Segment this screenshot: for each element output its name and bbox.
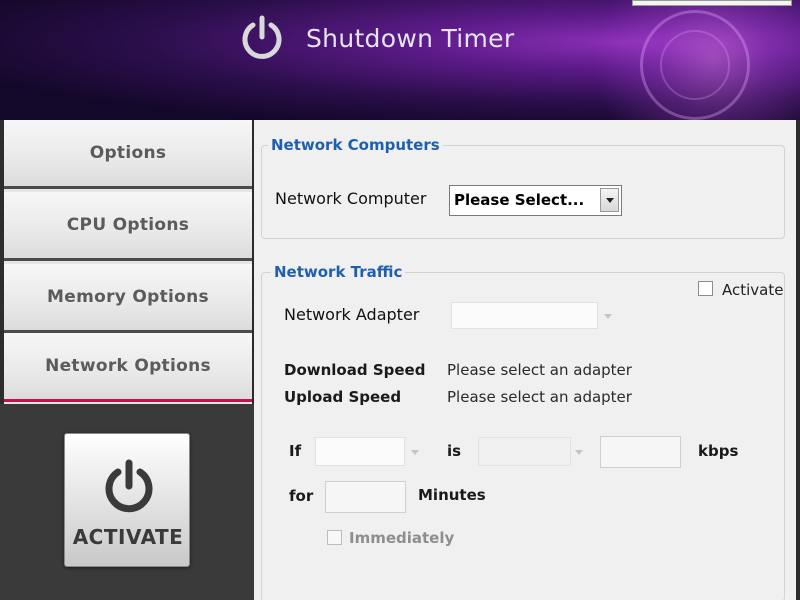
app-title: Shutdown Timer xyxy=(306,24,515,53)
network-computer-label: Network Computer xyxy=(275,189,427,208)
minutes-label: Minutes xyxy=(418,486,486,504)
upload-speed-label: Upload Speed xyxy=(284,388,402,406)
network-computer-select-value: Please Select... xyxy=(454,191,585,209)
immediately-checkbox-label: Immediately xyxy=(349,529,455,547)
sidebar-item-label: Memory Options xyxy=(47,287,209,307)
power-icon xyxy=(105,459,153,513)
sidebar-nav: Options CPU Options Memory Options Netwo… xyxy=(4,120,252,404)
download-speed-label: Download Speed xyxy=(284,361,426,379)
chevron-down-icon xyxy=(575,450,583,455)
for-label: for xyxy=(289,487,314,505)
activate-checkbox-label: Activate xyxy=(722,281,784,299)
activate-button-label: ACTIVATE xyxy=(72,525,184,549)
network-traffic-legend: Network Traffic xyxy=(271,263,406,281)
activate-checkbox[interactable] xyxy=(698,281,713,296)
network-adapter-select[interactable] xyxy=(451,302,598,329)
is-label: is xyxy=(447,442,462,460)
if-metric-select[interactable] xyxy=(315,437,405,466)
sidebar-item-label: CPU Options xyxy=(66,215,190,235)
chevron-down-icon xyxy=(604,314,612,319)
sidebar-item-options[interactable]: Options xyxy=(4,120,252,189)
sidebar-item-network-options[interactable]: Network Options xyxy=(4,333,252,402)
duration-input[interactable] xyxy=(325,481,406,513)
comparison-select[interactable] xyxy=(478,437,571,466)
upload-speed-value: Please select an adapter xyxy=(447,388,632,406)
right-border xyxy=(796,120,800,600)
app-header: Shutdown Timer xyxy=(0,0,800,120)
immediately-checkbox[interactable] xyxy=(327,530,342,545)
header-decoration-ring-inner xyxy=(660,30,730,100)
sidebar-item-cpu-options[interactable]: CPU Options xyxy=(4,192,252,261)
sidebar-item-label: Network Options xyxy=(45,356,211,376)
threshold-input[interactable] xyxy=(600,436,681,468)
network-computers-legend: Network Computers xyxy=(268,136,443,154)
activate-button[interactable]: ACTIVATE xyxy=(64,433,190,567)
chevron-down-icon xyxy=(600,188,619,212)
chevron-down-icon xyxy=(411,450,419,455)
download-speed-value: Please select an adapter xyxy=(447,361,632,379)
if-label: If xyxy=(289,442,302,460)
sidebar-item-memory-options[interactable]: Memory Options xyxy=(4,264,252,333)
header-top-field xyxy=(632,0,792,6)
kbps-label: kbps xyxy=(698,442,739,460)
sidebar-item-label: Options xyxy=(89,143,167,163)
power-icon xyxy=(242,15,282,59)
network-computer-select[interactable]: Please Select... xyxy=(449,185,622,216)
network-adapter-label: Network Adapter xyxy=(284,305,420,324)
